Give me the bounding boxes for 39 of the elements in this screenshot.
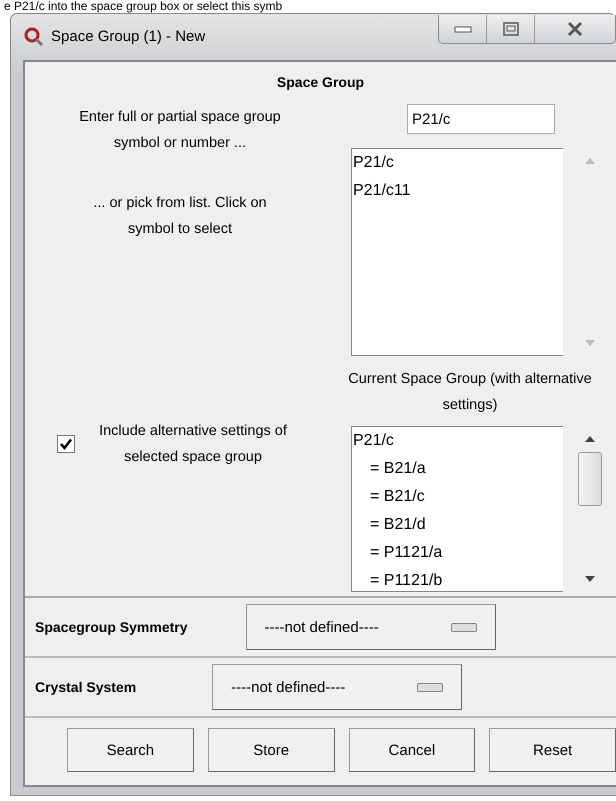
list-item[interactable]: = B21/a: [352, 455, 563, 483]
document-text: e P21/c into the space group box or select this symb: [3, 0, 284, 13]
symbol-input-field[interactable]: P21/c: [407, 104, 555, 134]
dialog-button[interactable]: Search: [67, 728, 194, 772]
dialog-button[interactable]: Store: [208, 728, 334, 772]
list-item[interactable]: = P1121/a: [352, 539, 563, 567]
window-title: Space Group (1) - New: [51, 28, 206, 45]
list-item[interactable]: = B21/c: [352, 483, 563, 511]
section-heading: Space Group: [276, 73, 366, 92]
dialog-button[interactable]: Reset: [489, 728, 616, 772]
list-item[interactable]: = P1121/b: [352, 567, 563, 591]
option-label: Crystal System: [35, 679, 136, 695]
list-item[interactable]: P21/c11: [352, 177, 563, 205]
option-label: Spacegroup Symmetry: [35, 619, 188, 635]
magnifier-icon: [23, 26, 45, 48]
minimize-button[interactable]: [439, 15, 487, 43]
close-icon: [566, 21, 584, 37]
down-arrow-icon: [585, 576, 595, 582]
pick-hint: ... or pick from list. Click on symbol to select: [92, 194, 268, 239]
checkbox-label: Include alternative settings of selected space group: [98, 422, 288, 467]
dropdown-button[interactable]: ----not defined----: [212, 664, 462, 710]
up-arrow-icon: [585, 436, 595, 442]
current-label: Current Space Group (with alternative settings): [347, 370, 593, 415]
checkbox[interactable]: [57, 435, 75, 453]
dialog-button[interactable]: Cancel: [348, 728, 476, 772]
list-item[interactable]: P21/c: [352, 149, 563, 177]
maximize-button[interactable]: [487, 15, 535, 43]
dropdown-button[interactable]: ----not defined----: [246, 604, 496, 650]
scroll-thumb[interactable]: [578, 452, 602, 506]
maximize-icon: [502, 22, 518, 36]
down-arrow-icon: [585, 340, 595, 346]
minimize-icon: [454, 25, 472, 33]
list-item[interactable]: = B21/d: [352, 511, 563, 539]
dropdown-indicator-icon: [450, 622, 476, 632]
dropdown-indicator-icon: [417, 682, 444, 692]
entry-label: Enter full or partial space group symbol or number ...: [78, 108, 282, 153]
list-item[interactable]: P21/c: [352, 427, 563, 455]
up-arrow-icon: [585, 158, 595, 164]
close-button[interactable]: [535, 15, 615, 43]
